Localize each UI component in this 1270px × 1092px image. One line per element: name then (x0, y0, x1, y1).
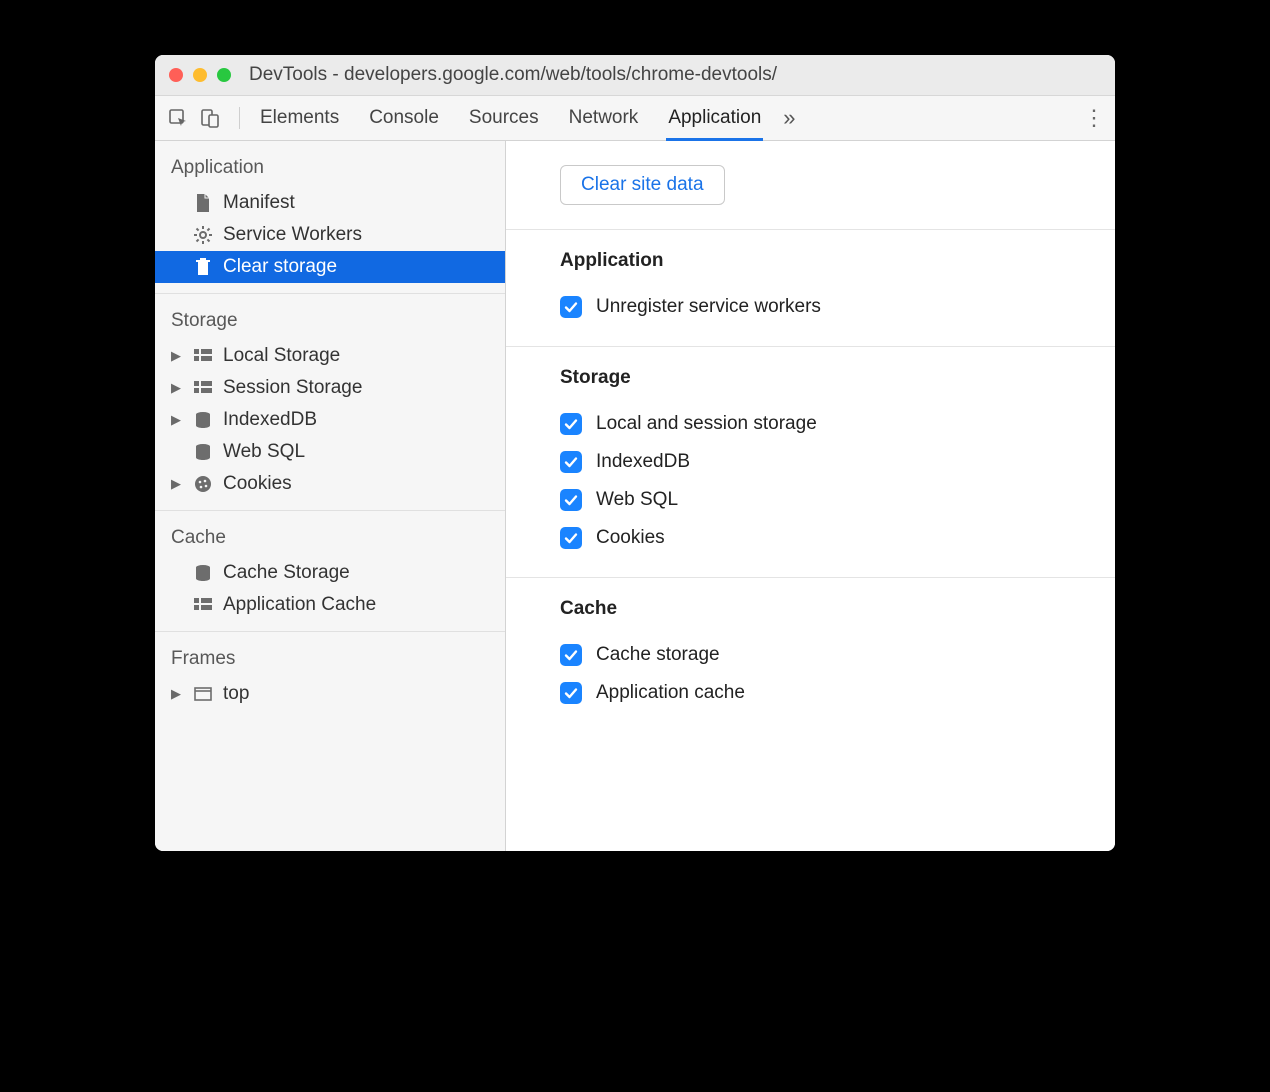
tab-network[interactable]: Network (569, 96, 639, 140)
expand-caret-icon[interactable]: ▶ (169, 412, 183, 428)
checkbox[interactable] (560, 413, 582, 435)
expand-caret-icon[interactable]: ▶ (169, 686, 183, 702)
section-title: Storage (560, 367, 1115, 389)
db-icon (193, 410, 213, 430)
inspect-element-icon[interactable] (165, 105, 191, 131)
tab-elements[interactable]: Elements (260, 96, 339, 140)
toolbar-separator (239, 107, 240, 129)
frame-icon (193, 684, 213, 704)
sidebar-group-title: Frames (155, 642, 505, 678)
sidebar-item-cookies[interactable]: ▶ Cookies (155, 468, 505, 500)
option-local-and-session-storage: Local and session storage (560, 405, 1115, 443)
db-icon (193, 563, 213, 583)
sidebar-item-manifest[interactable]: ▶Manifest (155, 187, 505, 219)
checkbox[interactable] (560, 489, 582, 511)
sidebar-item-cache-storage[interactable]: ▶Cache Storage (155, 557, 505, 589)
option-cookies: Cookies (560, 519, 1115, 557)
minimize-window-button[interactable] (193, 68, 207, 82)
grid-icon (193, 595, 213, 615)
more-tabs-icon[interactable]: » (783, 105, 795, 131)
sidebar-item-top[interactable]: ▶ top (155, 678, 505, 710)
checkbox[interactable] (560, 527, 582, 549)
section-title: Application (560, 250, 1115, 272)
option-indexeddb: IndexedDB (560, 443, 1115, 481)
checkbox[interactable] (560, 682, 582, 704)
maximize-window-button[interactable] (217, 68, 231, 82)
sidebar-item-label: Manifest (223, 192, 295, 214)
sidebar-group-cache: Cache▶Cache Storage▶Application Cache (155, 511, 505, 632)
checkbox-label: Local and session storage (596, 413, 817, 435)
file-icon (193, 193, 213, 213)
clear-site-data-bar: Clear site data (506, 141, 1115, 230)
application-sidebar: Application▶Manifest▶Service Workers▶Cle… (155, 141, 506, 851)
checkbox-label: Unregister service workers (596, 296, 821, 318)
sidebar-item-label: Cache Storage (223, 562, 350, 584)
sidebar-group-title: Application (155, 151, 505, 187)
sidebar-group-title: Storage (155, 304, 505, 340)
sidebar-item-label: Session Storage (223, 377, 362, 399)
checkbox-label: Cache storage (596, 644, 720, 666)
option-cache-storage: Cache storage (560, 636, 1115, 674)
checkbox-label: IndexedDB (596, 451, 690, 473)
sidebar-item-session-storage[interactable]: ▶ Session Storage (155, 372, 505, 404)
clear-storage-pane: Clear site data Application Unregister ser… (506, 141, 1115, 851)
trash-icon (193, 257, 213, 277)
devtools-window: DevTools - developers.google.com/web/too… (155, 55, 1115, 851)
close-window-button[interactable] (169, 68, 183, 82)
devtools-toolbar: Elements Console Sources Network Application… (155, 96, 1115, 141)
tab-sources[interactable]: Sources (469, 96, 539, 140)
sidebar-item-label: Local Storage (223, 345, 340, 367)
device-toolbar-icon[interactable] (197, 105, 223, 131)
expand-caret-icon[interactable]: ▶ (169, 380, 183, 396)
checkbox-label: Web SQL (596, 489, 678, 511)
tab-console[interactable]: Console (369, 96, 439, 140)
sidebar-item-label: Clear storage (223, 256, 337, 278)
sidebar-item-label: Application Cache (223, 594, 376, 616)
expand-caret-icon[interactable]: ▶ (169, 476, 183, 492)
traffic-lights (155, 68, 231, 82)
option-application-cache: Application cache (560, 674, 1115, 712)
sidebar-item-label: top (223, 683, 249, 705)
checkbox[interactable] (560, 296, 582, 318)
sidebar-group-frames: Frames ▶ top (155, 632, 505, 720)
settings-menu-icon[interactable]: ⋮ (1083, 105, 1105, 131)
sidebar-group-title: Cache (155, 521, 505, 557)
window-title: DevTools - developers.google.com/web/too… (231, 64, 1115, 86)
gear-icon (193, 225, 213, 245)
checkbox-label: Application cache (596, 682, 745, 704)
checkbox[interactable] (560, 644, 582, 666)
sidebar-group-application: Application▶Manifest▶Service Workers▶Cle… (155, 141, 505, 294)
clear-site-data-button[interactable]: Clear site data (560, 165, 725, 205)
grid-icon (193, 378, 213, 398)
sidebar-item-label: Cookies (223, 473, 292, 495)
sidebar-group-storage: Storage ▶ Local Storage ▶ Session Storage ▶ In… (155, 294, 505, 511)
sidebar-item-clear-storage[interactable]: ▶Clear storage (155, 251, 505, 283)
tab-application[interactable]: Application (668, 96, 761, 140)
section-application: Application Unregister service workers (506, 230, 1115, 347)
cookie-icon (193, 474, 213, 494)
sidebar-item-label: IndexedDB (223, 409, 317, 431)
titlebar: DevTools - developers.google.com/web/too… (155, 55, 1115, 96)
sidebar-item-web-sql[interactable]: ▶Web SQL (155, 436, 505, 468)
expand-caret-icon[interactable]: ▶ (169, 348, 183, 364)
option-web-sql: Web SQL (560, 481, 1115, 519)
db-icon (193, 442, 213, 462)
section-storage: Storage Local and session storage IndexedD… (506, 347, 1115, 578)
sidebar-item-label: Web SQL (223, 441, 305, 463)
sidebar-item-local-storage[interactable]: ▶ Local Storage (155, 340, 505, 372)
grid-icon (193, 346, 213, 366)
section-title: Cache (560, 598, 1115, 620)
checkbox-label: Cookies (596, 527, 665, 549)
option-unregister-service-workers: Unregister service workers (560, 288, 1115, 326)
devtools-body: Application▶Manifest▶Service Workers▶Cle… (155, 141, 1115, 851)
sidebar-item-label: Service Workers (223, 224, 362, 246)
section-cache: Cache Cache storage Application cache (506, 578, 1115, 732)
sidebar-item-application-cache[interactable]: ▶Application Cache (155, 589, 505, 621)
panel-tabs: Elements Console Sources Network Application (260, 96, 761, 140)
sidebar-item-indexeddb[interactable]: ▶ IndexedDB (155, 404, 505, 436)
sidebar-item-service-workers[interactable]: ▶Service Workers (155, 219, 505, 251)
checkbox[interactable] (560, 451, 582, 473)
